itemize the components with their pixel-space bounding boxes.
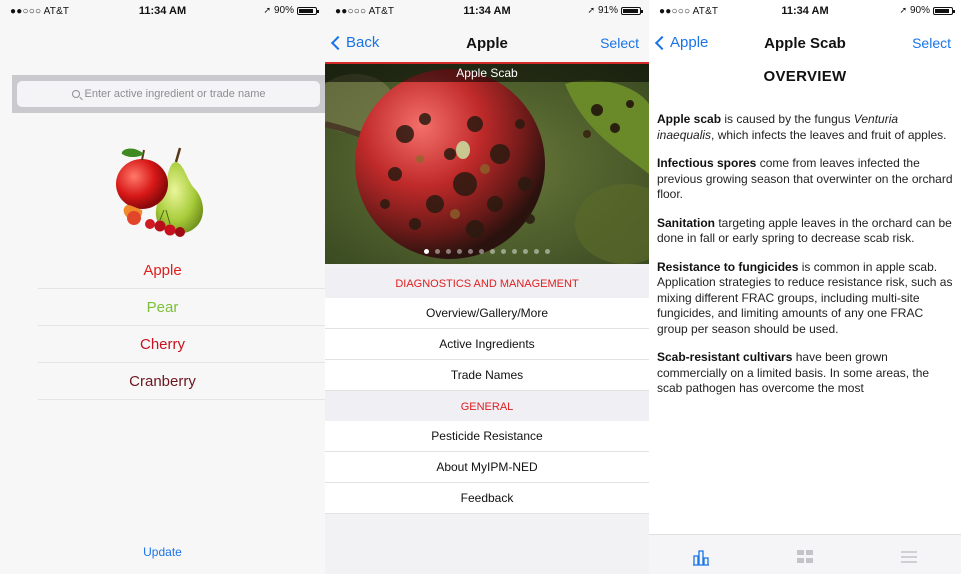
- location-arrow-icon: ➚: [899, 5, 907, 15]
- crop-item-apple[interactable]: Apple: [38, 252, 325, 289]
- chart-icon: [693, 549, 709, 566]
- battery-indicator: ➚ 91%: [587, 5, 643, 16]
- paragraph-keyword: Infectious spores: [657, 156, 757, 170]
- overview-paragraph: Apple scab is caused by the fungus Ventu…: [657, 112, 955, 143]
- paragraph-keyword: Scab-resistant cultivars: [657, 350, 793, 364]
- page-dot[interactable]: [490, 249, 495, 254]
- crop-list: Apple Pear Cherry Cranberry: [38, 252, 325, 400]
- battery-icon: [933, 6, 955, 15]
- select-button[interactable]: Select: [912, 35, 951, 51]
- nav-bar: Back Apple Select: [325, 22, 649, 62]
- paragraph-keyword: Apple scab: [657, 112, 722, 126]
- nav-bar: Apple Apple Scab Select: [649, 22, 961, 64]
- page-dot[interactable]: [545, 249, 550, 254]
- crop-item-pear[interactable]: Pear: [38, 289, 325, 326]
- location-arrow-icon: ➚: [263, 5, 271, 15]
- page-dot[interactable]: [479, 249, 484, 254]
- overview-text: Apple scab is caused by the fungus Ventu…: [657, 112, 955, 488]
- menu-item-feedback[interactable]: Feedback: [325, 483, 649, 514]
- tab-bar: [649, 534, 961, 574]
- tab-overview[interactable]: [649, 535, 753, 574]
- page-dot[interactable]: [424, 249, 429, 254]
- battery-percent: 90%: [273, 5, 294, 16]
- status-bar: ●●○○○ AT&T 11:34 AM ➚ 90%: [0, 0, 325, 22]
- menu-item-active-ingredients[interactable]: Active Ingredients: [325, 329, 649, 360]
- overview-paragraph: Scab-resistant cultivars have been grown…: [657, 350, 955, 397]
- paragraph-text: is caused by the fungus: [721, 112, 854, 126]
- overview-paragraph: Resistance to fungicides is common in ap…: [657, 260, 955, 338]
- menu-item-trade-names[interactable]: Trade Names: [325, 360, 649, 391]
- battery-percent: 91%: [597, 5, 618, 16]
- page-dot[interactable]: [523, 249, 528, 254]
- menu-item-about-myipm-ned[interactable]: About MyIPM-NED: [325, 452, 649, 483]
- tab-gallery[interactable]: [753, 535, 857, 574]
- battery-icon: [621, 6, 643, 15]
- overview-paragraph: Sanitation targeting apple leaves in the…: [657, 216, 955, 247]
- battery-icon: [297, 6, 319, 15]
- battery-percent: 90%: [909, 5, 930, 16]
- disease-menu-screen: ●●○○○ AT&T 11:34 AM ➚ 91% Back Apple Sel…: [325, 0, 649, 574]
- status-bar: ●●○○○ AT&T 11:34 AM ➚ 91%: [325, 0, 649, 22]
- status-bar: ●●○○○ AT&T 11:34 AM ➚ 90%: [649, 0, 961, 22]
- overview-screen: ●●○○○ AT&T 11:34 AM ➚ 90% Apple Apple Sc…: [649, 0, 961, 574]
- page-dot[interactable]: [468, 249, 473, 254]
- battery-indicator: ➚ 90%: [263, 5, 319, 16]
- paragraph-text: , which infects the leaves and fruit of …: [711, 127, 947, 142]
- disease-gallery[interactable]: Apple Scab: [325, 62, 649, 264]
- menu-item-overview-gallery-more[interactable]: Overview/Gallery/More: [325, 298, 649, 329]
- menu-item-pesticide-resistance[interactable]: Pesticide Resistance: [325, 421, 649, 452]
- battery-indicator: ➚ 90%: [899, 5, 955, 16]
- section-heading: OVERVIEW: [763, 68, 847, 85]
- fruit-logo-icon: [116, 147, 204, 237]
- gallery-icon: [797, 549, 813, 563]
- page-dot[interactable]: [435, 249, 440, 254]
- page-dot[interactable]: [534, 249, 539, 254]
- location-arrow-icon: ➚: [587, 5, 595, 15]
- list-icon: [901, 550, 917, 563]
- page-dot[interactable]: [457, 249, 462, 254]
- section-header: GENERAL: [325, 391, 649, 421]
- page-dot[interactable]: [446, 249, 451, 254]
- section-header: DIAGNOSTICS AND MANAGEMENT: [325, 268, 649, 298]
- tab-list[interactable]: [857, 535, 961, 574]
- page-indicator[interactable]: [325, 249, 649, 254]
- crop-item-cherry[interactable]: Cherry: [38, 326, 325, 363]
- page-dot[interactable]: [512, 249, 517, 254]
- crop-select-screen: ●●○○○ AT&T 11:34 AM ➚ 90% Enter active i…: [0, 0, 325, 574]
- update-button[interactable]: Update: [0, 545, 325, 559]
- search-bar: Enter active ingredient or trade name: [12, 75, 325, 113]
- search-icon: [71, 90, 80, 98]
- overview-paragraph: Infectious spores come from leaves infec…: [657, 156, 955, 203]
- search-input[interactable]: Enter active ingredient or trade name: [17, 81, 320, 107]
- apple-scab-photo: [325, 64, 649, 264]
- select-button[interactable]: Select: [600, 35, 639, 51]
- paragraph-keyword: Sanitation: [657, 215, 716, 230]
- gallery-caption: Apple Scab: [325, 64, 649, 82]
- page-dot[interactable]: [501, 249, 506, 254]
- search-placeholder: Enter active ingredient or trade name: [84, 88, 266, 100]
- crop-item-cranberry[interactable]: Cranberry: [38, 363, 325, 400]
- disease-menu: DIAGNOSTICS AND MANAGEMENT Overview/Galle…: [325, 268, 649, 514]
- paragraph-keyword: Resistance to fungicides: [657, 259, 799, 274]
